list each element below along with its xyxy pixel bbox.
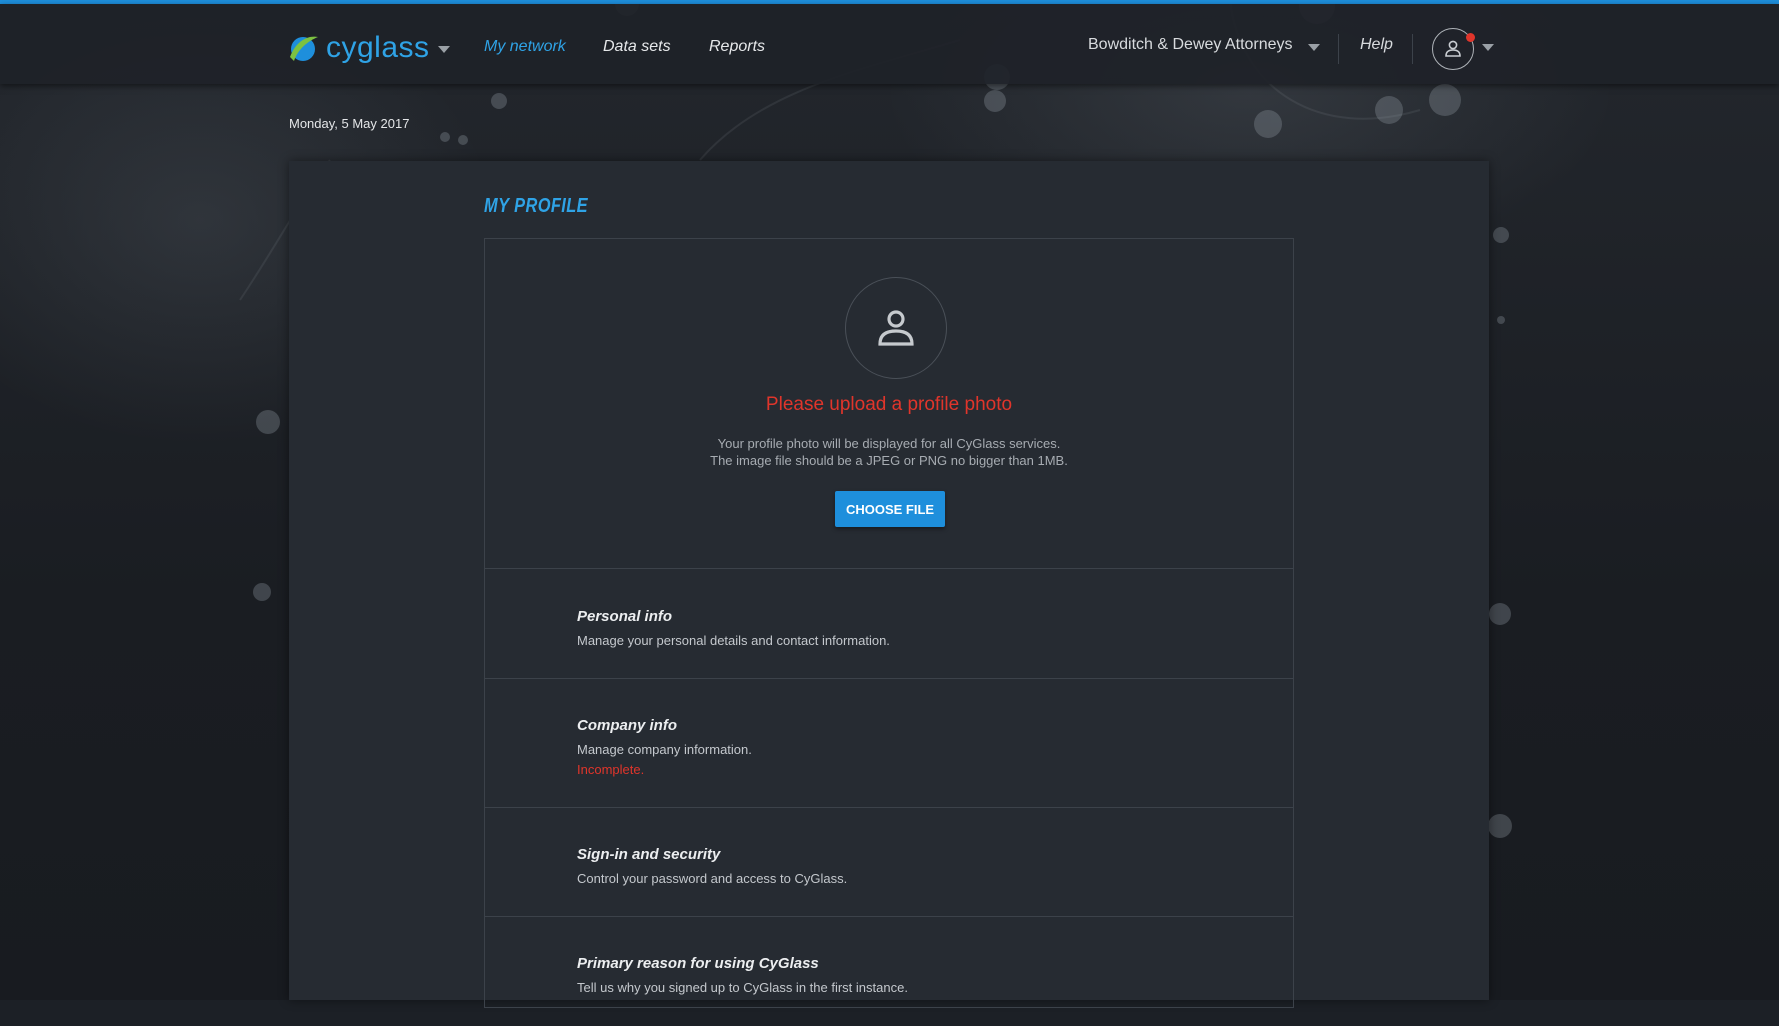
cyglass-logo[interactable]: cyglass <box>286 28 430 68</box>
current-date: Monday, 5 May 2017 <box>289 116 410 131</box>
nav-divider <box>1338 34 1339 64</box>
organization-selector[interactable]: Bowditch & Dewey Attorneys <box>1088 36 1293 54</box>
section-company-info[interactable]: Company info Manage company information.… <box>485 679 1293 808</box>
upload-photo-desc-line1: Your profile photo will be displayed for… <box>717 436 1061 451</box>
user-icon <box>1445 40 1461 57</box>
chevron-down-icon[interactable] <box>1482 44 1494 51</box>
section-title: Primary reason for using CyGlass <box>577 955 819 972</box>
profile-photo-placeholder <box>845 277 947 379</box>
nav-divider <box>1412 34 1413 64</box>
section-desc: Tell us why you signed up to CyGlass in … <box>577 980 908 995</box>
chevron-down-icon[interactable] <box>438 46 450 53</box>
section-desc: Manage company information. <box>577 742 752 757</box>
cyglass-logo-icon <box>290 36 318 61</box>
help-link[interactable]: Help <box>1360 36 1393 54</box>
profile-panel: MY PROFILE Please upload a profile photo… <box>289 161 1489 1008</box>
nav-reports[interactable]: Reports <box>709 38 765 56</box>
top-navbar: cyglass My network Data sets Reports Bow… <box>0 4 1779 84</box>
chevron-down-icon[interactable] <box>1308 44 1320 51</box>
notification-badge <box>1466 33 1475 42</box>
section-personal-info[interactable]: Personal info Manage your personal detai… <box>485 570 1293 679</box>
nav-my-network[interactable]: My network <box>484 38 566 56</box>
section-sign-in-security[interactable]: Sign-in and security Control your passwo… <box>485 808 1293 917</box>
profile-photo-block: Please upload a profile photo Your profi… <box>485 239 1293 569</box>
upload-photo-desc-line2: The image file should be a JPEG or PNG n… <box>710 453 1068 468</box>
section-title: Sign-in and security <box>577 846 721 863</box>
profile-card: Please upload a profile photo Your profi… <box>484 238 1294 1008</box>
section-desc: Control your password and access to CyGl… <box>577 871 848 886</box>
section-desc: Manage your personal details and contact… <box>577 633 890 648</box>
section-title: Company info <box>577 717 677 734</box>
section-primary-reason[interactable]: Primary reason for using CyGlass Tell us… <box>485 917 1293 1026</box>
upload-photo-title: Please upload a profile photo <box>765 394 1013 415</box>
status-badge: Incomplete. <box>577 762 645 777</box>
section-title: Personal info <box>577 608 673 625</box>
choose-file-button[interactable]: CHOOSE FILE <box>835 491 945 527</box>
page-title: MY PROFILE <box>484 195 589 217</box>
user-icon <box>878 310 914 346</box>
nav-data-sets[interactable]: Data sets <box>603 38 671 56</box>
logo-text: cyglass <box>326 31 430 64</box>
